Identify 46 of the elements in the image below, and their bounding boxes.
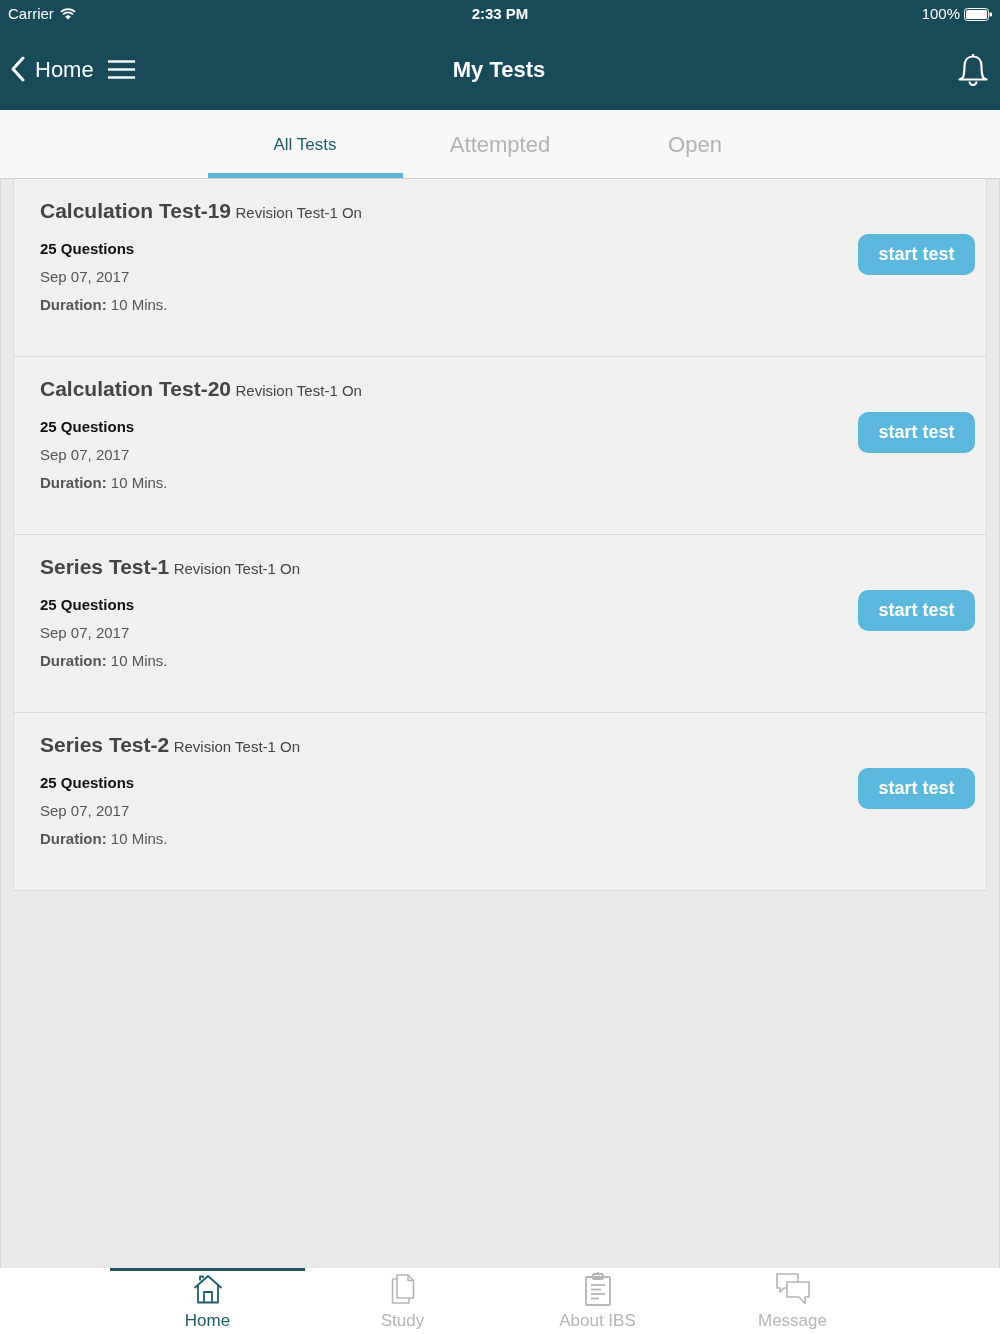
test-date: Sep 07, 2017 xyxy=(40,445,131,465)
question-count: 25 Questions xyxy=(40,239,136,259)
tab-bar-item[interactable]: Study xyxy=(305,1268,500,1334)
carrier-label: Carrier xyxy=(8,3,54,24)
menu-button[interactable] xyxy=(107,59,135,79)
status-time: 2:33 PM xyxy=(471,3,529,24)
tab-bar-item[interactable]: Home xyxy=(110,1268,305,1334)
start-test-button[interactable]: start test xyxy=(858,234,975,275)
test-date: Sep 07, 2017 xyxy=(40,267,131,287)
test-subtitle: Revision Test-1 On xyxy=(173,738,301,755)
test-duration: Duration: 10 Mins. xyxy=(40,829,169,849)
house-icon xyxy=(192,1274,223,1304)
battery-percent: 100% xyxy=(921,3,960,24)
back-button[interactable]: Home xyxy=(10,52,94,86)
question-count: 25 Questions xyxy=(40,773,136,793)
start-test-button[interactable]: start test xyxy=(858,768,975,809)
test-date: Sep 07, 2017 xyxy=(40,801,131,821)
filter-tab[interactable]: Attempted xyxy=(402,110,598,178)
clipboard-icon xyxy=(584,1272,611,1306)
page-title: My Tests xyxy=(452,55,546,84)
test-duration: Duration: 10 Mins. xyxy=(40,651,169,671)
documents-icon xyxy=(390,1274,415,1304)
bell-icon xyxy=(958,52,988,86)
start-test-button[interactable]: start test xyxy=(858,590,975,631)
tab-bar-item[interactable]: About IBS xyxy=(500,1268,695,1334)
test-duration: Duration: 10 Mins. xyxy=(40,473,169,493)
test-subtitle: Revision Test-1 On xyxy=(235,204,362,221)
filter-tab[interactable]: Open xyxy=(597,110,793,178)
question-count: 25 Questions xyxy=(40,417,136,437)
start-test-button[interactable]: start test xyxy=(858,412,975,453)
tab-bar-item[interactable]: Message xyxy=(695,1268,890,1334)
battery-icon xyxy=(964,7,992,21)
test-title: Series Test-2 xyxy=(40,733,170,756)
test-date: Sep 07, 2017 xyxy=(40,623,131,643)
notifications-button[interactable] xyxy=(958,52,988,86)
menu-icon xyxy=(107,59,135,79)
test-duration: Duration: 10 Mins. xyxy=(40,295,169,315)
test-title: Calculation Test-19 xyxy=(40,199,231,222)
test-title: Calculation Test-20 xyxy=(40,377,231,400)
question-count: 25 Questions xyxy=(40,595,136,615)
back-chevron-icon xyxy=(10,56,25,82)
test-subtitle: Revision Test-1 On xyxy=(235,382,362,399)
test-title: Series Test-1 xyxy=(40,555,170,578)
chat-bubbles-icon xyxy=(775,1273,810,1305)
test-subtitle: Revision Test-1 On xyxy=(173,560,301,577)
wifi-icon xyxy=(59,8,76,20)
